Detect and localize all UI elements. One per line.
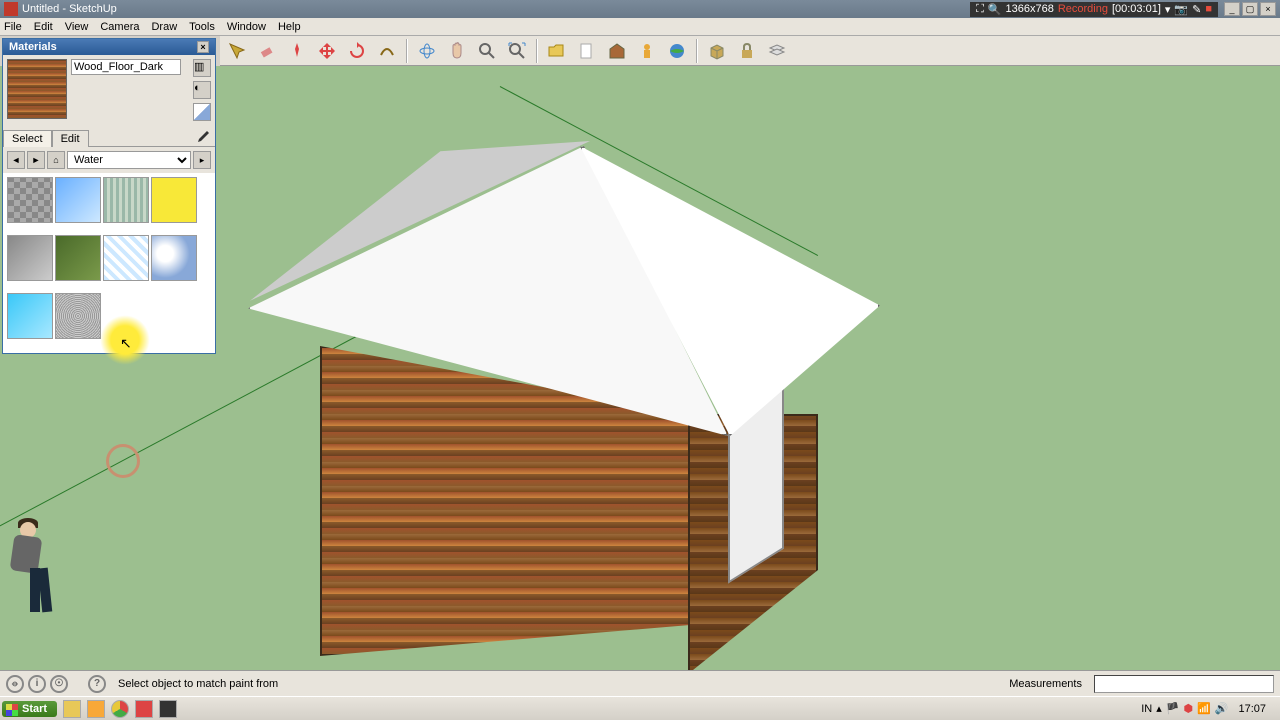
offset-tool-icon[interactable] (374, 38, 400, 64)
tab-select[interactable]: Select (3, 130, 52, 147)
swatch-gray-grad[interactable] (7, 235, 53, 281)
app-icon (4, 2, 18, 16)
swatch-water-blue-grad[interactable] (55, 177, 101, 223)
swatch-rock-gray[interactable] (7, 177, 53, 223)
pushpin-icon[interactable] (284, 38, 310, 64)
eraser-tool-icon[interactable] (254, 38, 280, 64)
eyedropper-icon[interactable] (193, 129, 211, 147)
status-bar: ⦵ i ☉ ? Select object to match paint fro… (0, 670, 1280, 696)
lang-indicator[interactable]: IN (1141, 703, 1152, 715)
swatch-grid (3, 173, 215, 353)
box-icon[interactable] (704, 38, 730, 64)
person-icon[interactable] (634, 38, 660, 64)
material-name-input[interactable] (71, 59, 181, 75)
create-material-icon[interactable]: ▥ (193, 59, 211, 77)
layers-icon[interactable] (764, 38, 790, 64)
materials-title: Materials (9, 41, 57, 53)
details-icon[interactable]: ▸ (193, 151, 211, 169)
swatch-cyan-grad[interactable] (7, 293, 53, 339)
lock-icon[interactable] (734, 38, 760, 64)
category-dropdown[interactable]: Water (67, 151, 191, 169)
media-icon[interactable] (87, 700, 105, 718)
menu-tools[interactable]: Tools (189, 21, 215, 33)
menu-view[interactable]: View (65, 21, 89, 33)
swatch-yellow[interactable] (151, 177, 197, 223)
material-preview[interactable] (7, 59, 67, 119)
measurements-input[interactable] (1094, 675, 1274, 693)
swatch-water-stripes[interactable] (103, 177, 149, 223)
network-icon[interactable]: 📶 (1197, 702, 1211, 715)
clock[interactable]: 17:07 (1232, 703, 1272, 715)
minimize-button[interactable]: _ (1224, 2, 1240, 16)
window-titlebar: Untitled - SketchUp ⛶🔍 1366x768 Recordin… (0, 0, 1280, 18)
swatch-sky-clouds[interactable] (151, 235, 197, 281)
status-message: Select object to match paint from (118, 678, 997, 690)
menu-file[interactable]: File (4, 21, 22, 33)
select-tool-icon[interactable] (224, 38, 250, 64)
globe-icon[interactable] (664, 38, 690, 64)
zoom-extents-icon[interactable] (504, 38, 530, 64)
start-button[interactable]: Start (2, 701, 57, 717)
maximize-button[interactable]: ▢ (1242, 2, 1258, 16)
main-toolbar (220, 36, 1280, 66)
warehouse-icon[interactable] (604, 38, 630, 64)
volume-icon[interactable]: 🔊 (1215, 702, 1229, 715)
flag-icon[interactable]: 🏴 (1166, 702, 1180, 715)
shield-icon[interactable]: ⬢ (1183, 702, 1193, 715)
window-buttons: _ ▢ × (1224, 2, 1276, 16)
sketchup-task-icon[interactable] (135, 700, 153, 718)
menu-edit[interactable]: Edit (34, 21, 53, 33)
panel-close-icon[interactable]: × (197, 41, 209, 53)
toolbar-separator (536, 39, 538, 63)
help-icon[interactable]: ? (88, 675, 106, 693)
geo-off-icon[interactable]: ⦵ (6, 675, 24, 693)
menu-window[interactable]: Window (227, 21, 266, 33)
chrome-icon[interactable] (111, 700, 129, 718)
recording-overlay[interactable]: ⛶🔍 1366x768 Recording [00:03:01] ▾📷✎ ■ (970, 2, 1218, 17)
model-house[interactable] (240, 146, 880, 670)
swatch-noise-gray[interactable] (55, 293, 101, 339)
help-circle-icon[interactable]: ☉ (50, 675, 68, 693)
nav-back-icon[interactable]: ◄ (7, 151, 25, 169)
menu-bar: File Edit View Camera Draw Tools Window … (0, 18, 1280, 36)
nav-home-icon[interactable]: ⌂ (47, 151, 65, 169)
nav-forward-icon[interactable]: ► (27, 151, 45, 169)
move-tool-icon[interactable] (314, 38, 340, 64)
menu-camera[interactable]: Camera (100, 21, 139, 33)
window-title: Untitled - SketchUp (22, 3, 970, 15)
taskbar: Start IN ▴ 🏴 ⬢ 📶 🔊 17:07 (0, 696, 1280, 720)
rotate-tool-icon[interactable] (344, 38, 370, 64)
set-default-icon[interactable]: ◐ (193, 81, 211, 99)
tab-edit[interactable]: Edit (52, 130, 89, 147)
tray-expand-icon[interactable]: ▴ (1156, 702, 1162, 715)
toolbar-separator (406, 39, 408, 63)
credits-icon[interactable]: i (28, 675, 46, 693)
materials-tabs: Select Edit (3, 129, 215, 147)
measurements-label: Measurements (1001, 678, 1090, 690)
system-tray[interactable]: IN ▴ 🏴 ⬢ 📶 🔊 17:07 (1135, 702, 1278, 715)
click-indicator (106, 444, 140, 478)
swatch-green-grad[interactable] (55, 235, 101, 281)
explorer-icon[interactable] (63, 700, 81, 718)
scale-figure[interactable] (6, 518, 66, 618)
open-folder-icon[interactable] (544, 38, 570, 64)
zoom-tool-icon[interactable] (474, 38, 500, 64)
swatch-water-grid[interactable] (103, 235, 149, 281)
menu-draw[interactable]: Draw (151, 21, 177, 33)
close-button[interactable]: × (1260, 2, 1276, 16)
new-doc-icon[interactable] (574, 38, 600, 64)
orbit-tool-icon[interactable] (414, 38, 440, 64)
pan-tool-icon[interactable] (444, 38, 470, 64)
recorder-task-icon[interactable] (159, 700, 177, 718)
materials-panel[interactable]: Materials × ▥ ◐ Select Edit ◄ ► ⌂ Water … (2, 38, 216, 354)
materials-titlebar[interactable]: Materials × (3, 39, 215, 55)
toolbar-separator (696, 39, 698, 63)
default-material-icon[interactable] (193, 103, 211, 121)
menu-help[interactable]: Help (278, 21, 301, 33)
